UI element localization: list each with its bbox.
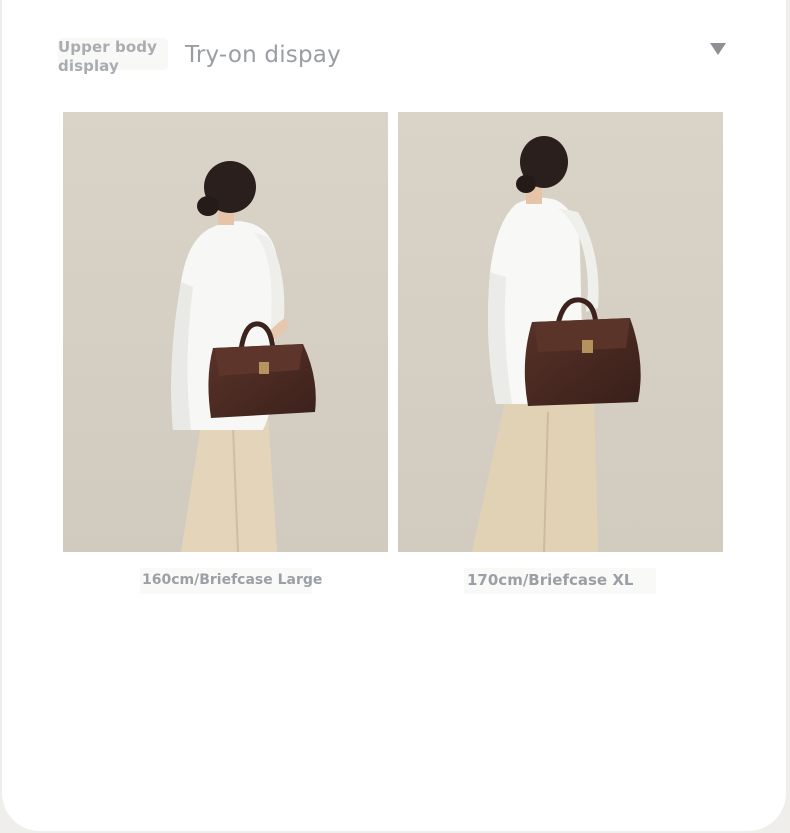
page-title: Try-on dispay [185, 42, 341, 68]
tryon-photo-1[interactable] [63, 112, 388, 552]
caption-1: 160cm/Briefcase Large [142, 572, 323, 588]
tryon-photo-2[interactable] [398, 112, 723, 552]
section-label-line-1: Upper body [58, 38, 158, 56]
section-label-line-2: display [58, 57, 119, 75]
caption-2: 170cm/Briefcase XL [467, 571, 634, 589]
model-image-1 [63, 112, 388, 552]
section-label: Upper body display [58, 38, 178, 76]
triangle-down-icon[interactable] [709, 42, 727, 56]
model-image-2 [398, 112, 723, 552]
